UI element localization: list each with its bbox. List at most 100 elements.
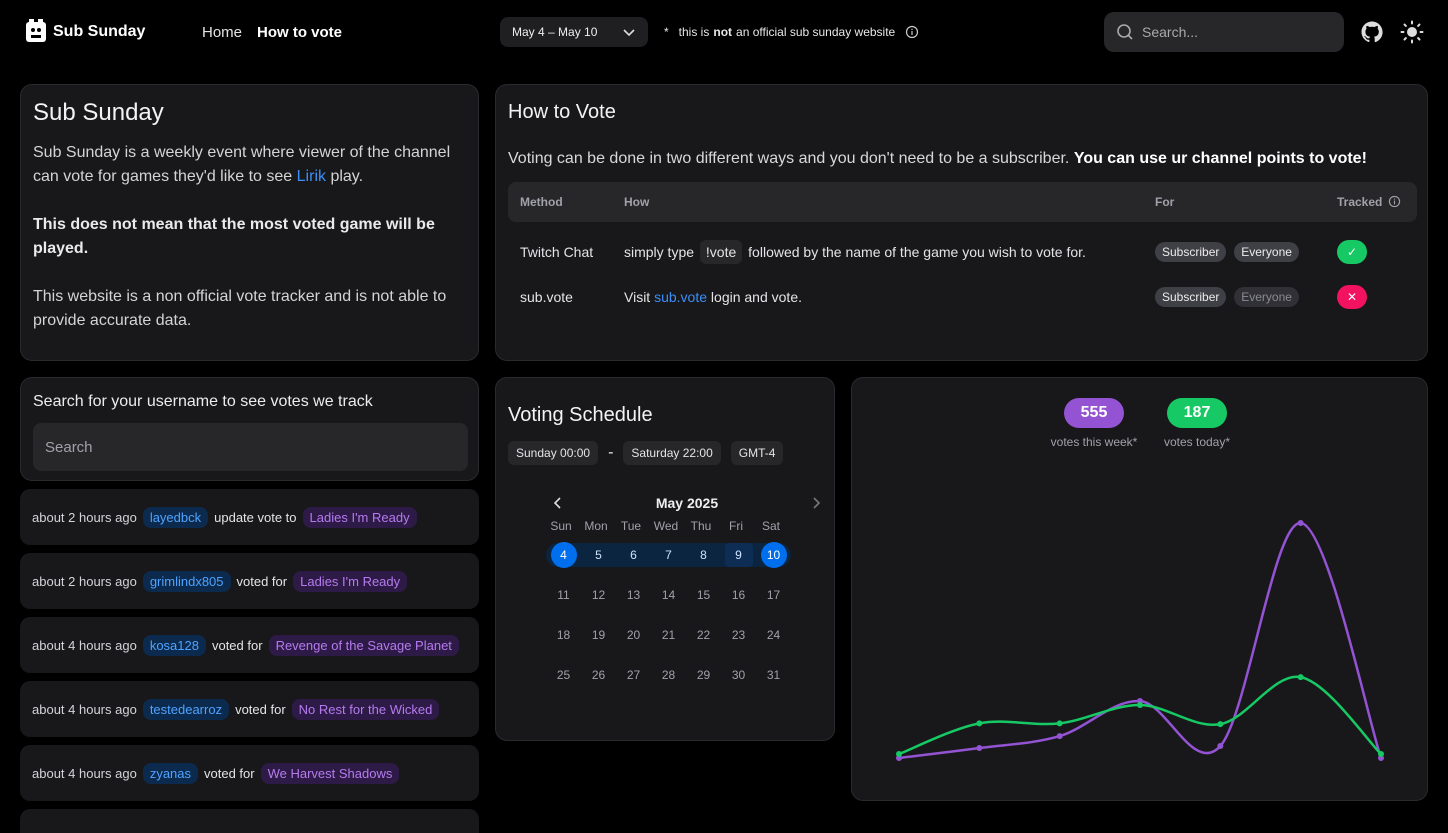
nav-home-link[interactable]: Home	[202, 24, 242, 41]
calendar-day[interactable]: 14	[651, 575, 686, 615]
game-chip[interactable]: No Rest for the Wicked	[291, 698, 440, 720]
chart-point[interactable]	[1056, 733, 1063, 740]
weekday-label: Thu	[690, 519, 712, 533]
vote-time: about 4 hours ago	[32, 701, 137, 717]
chart-point[interactable]	[976, 745, 983, 752]
calendar-day[interactable]: 22	[686, 615, 721, 655]
calendar-day[interactable]: 13	[616, 575, 651, 615]
global-search-input[interactable]	[1142, 24, 1322, 40]
game-chip[interactable]: Ladies I'm Ready	[293, 570, 408, 592]
header-for: For	[1155, 195, 1175, 209]
how-cell: simply type !vote followed by the name o…	[612, 222, 1143, 276]
chart-point[interactable]	[1297, 519, 1304, 526]
calendar-day[interactable]: 25	[546, 655, 581, 695]
subscriber-chip: Subscriber	[1155, 242, 1227, 262]
sub-vote-link[interactable]: sub.vote	[654, 289, 707, 305]
chevron-left-icon[interactable]	[550, 495, 566, 511]
chart-point[interactable]	[1378, 751, 1384, 758]
schedule-start: Sunday 00:00	[508, 441, 599, 465]
calendar-day[interactable]: 7	[651, 543, 686, 567]
calendar-day[interactable]: 24	[756, 615, 791, 655]
calendar-day-number: 28	[661, 668, 676, 682]
info-icon[interactable]	[905, 25, 919, 39]
sun-icon[interactable]	[1400, 20, 1424, 44]
calendar-day-number: 21	[661, 628, 676, 642]
list-item: about 2 hours ago grimlindx805 voted for La…	[20, 553, 479, 609]
calendar-day[interactable]: 16	[721, 575, 756, 615]
lirik-link[interactable]: Lirik	[297, 168, 326, 185]
everyone-chip: Everyone	[1234, 287, 1299, 307]
chart-point[interactable]	[1056, 720, 1063, 727]
chart-point[interactable]	[1137, 702, 1143, 709]
calendar: May 2025 Sun Mon Tue Wed Thu Fri Sat 4 5 6 7 8 9 10 11…	[546, 495, 836, 695]
vote-action: voted for	[235, 701, 286, 717]
chart-point[interactable]	[1217, 743, 1224, 750]
calendar-day-number: 4	[550, 542, 577, 568]
username-chip[interactable]: testedearroz	[142, 698, 230, 720]
calendar-day-number: 25	[556, 668, 571, 682]
global-search[interactable]	[1104, 12, 1344, 52]
username-chip[interactable]: grimlindx805	[142, 570, 231, 592]
top-nav: Sub Sunday Home How to vote May 4 – May …	[0, 0, 1448, 64]
calendar-day[interactable]: 30	[721, 655, 756, 695]
header-tracked: Tracked	[1325, 182, 1417, 222]
calendar-day[interactable]: 28	[651, 655, 686, 695]
chart-point[interactable]	[896, 751, 902, 758]
calendar-grid: Sun Mon Tue Wed Thu Fri Sat 4 5 6 7 8 9 10 11 12 13 14 15 1…	[546, 519, 836, 695]
week-select[interactable]: May 4 – May 10	[500, 17, 648, 47]
calendar-day[interactable]: 15	[686, 575, 721, 615]
vote-action: voted for	[211, 637, 263, 653]
subscriber-chip: Subscriber	[1155, 287, 1227, 307]
calendar-day-number: 9	[724, 543, 753, 567]
calendar-day[interactable]: 8	[686, 543, 721, 567]
nav-how-to-vote-link[interactable]: How to vote	[257, 24, 342, 41]
game-chip[interactable]: Revenge of the Savage Planet	[268, 634, 459, 656]
calendar-day[interactable]: 18	[546, 615, 581, 655]
calendar-day-number: 22	[696, 628, 711, 642]
calendar-day-number: 8	[700, 548, 707, 562]
chart-point[interactable]	[1217, 721, 1224, 728]
vote-action: voted for	[236, 573, 288, 589]
github-icon[interactable]	[1360, 20, 1384, 44]
username-chip[interactable]: kosa128	[142, 634, 206, 656]
chevron-right-icon[interactable]	[808, 495, 824, 511]
list-item: about 4 hours ago kosa128 voted for Revenge…	[20, 617, 479, 673]
schedule-end: Saturday 22:00	[623, 441, 721, 465]
about-title: Sub Sunday	[33, 99, 164, 126]
calendar-day[interactable]: 12	[581, 575, 616, 615]
calendar-day[interactable]: 17	[756, 575, 791, 615]
calendar-day[interactable]: 10	[756, 542, 791, 568]
calendar-day[interactable]: 4	[546, 542, 581, 568]
username-chip[interactable]: layedbck	[142, 506, 209, 528]
disclaimer-bold: not	[713, 25, 733, 39]
disclaimer: * this is not an official sub sunday web…	[664, 25, 919, 39]
game-chip[interactable]: Ladies I'm Ready	[302, 506, 417, 528]
chart-point[interactable]	[976, 720, 983, 727]
calendar-day[interactable]: 6	[616, 543, 651, 567]
calendar-day[interactable]: 19	[581, 615, 616, 655]
calendar-day[interactable]: 27	[616, 655, 651, 695]
calendar-day[interactable]: 11	[546, 575, 581, 615]
brand-logo[interactable]: Sub Sunday	[25, 19, 145, 45]
calendar-day[interactable]: 23	[721, 615, 756, 655]
calendar-day[interactable]: 29	[686, 655, 721, 695]
calendar-day[interactable]: 31	[756, 655, 791, 695]
username-search-input[interactable]	[33, 423, 468, 471]
calendar-day[interactable]: 21	[651, 615, 686, 655]
calendar-day[interactable]: 9	[721, 543, 756, 567]
info-icon[interactable]	[1388, 195, 1401, 208]
chart-point[interactable]	[1297, 674, 1304, 681]
calendar-month: May 2025	[655, 495, 719, 511]
calendar-day-number: 17	[766, 588, 781, 602]
username-search-card: Search for your username to see votes we…	[20, 377, 479, 481]
calendar-day[interactable]: 5	[581, 543, 616, 567]
calendar-day[interactable]: 20	[616, 615, 651, 655]
calendar-day-number: 10	[760, 542, 787, 568]
method-cell: sub.vote	[520, 289, 573, 305]
game-chip[interactable]: We Harvest Shadows	[260, 762, 400, 784]
username-chip[interactable]: zyanas	[142, 762, 199, 784]
list-item: about 4 hours ago testedearroz voted for No…	[20, 681, 479, 737]
header-how: How	[624, 195, 650, 209]
calendar-day-number: 18	[556, 628, 571, 642]
calendar-day[interactable]: 26	[581, 655, 616, 695]
